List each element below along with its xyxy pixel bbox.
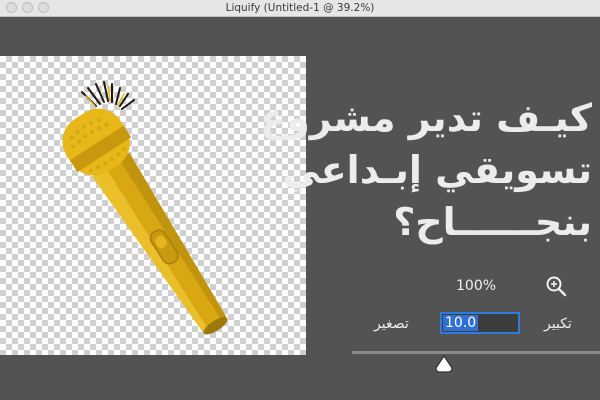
slider-thumb-icon[interactable] — [435, 355, 453, 373]
zoom-out-button[interactable]: تصغير — [374, 316, 409, 332]
headline-line-3: بنجــــــاح؟ — [393, 200, 592, 244]
zoom-slider-track[interactable] — [352, 351, 600, 354]
microphone-handle — [92, 152, 228, 335]
arabic-headline: كيـف تدير مشروع تسويقي إبـداعي بنجــــــ… — [260, 92, 592, 248]
window-title: Liquify (Untitled-1 @ 39.2%) — [225, 2, 375, 14]
zoom-value-text: 10.0 — [443, 315, 479, 331]
zoom-in-button[interactable]: تكبير — [544, 316, 572, 332]
zoom-percent-label: 100% — [456, 278, 497, 294]
headline-line-2: تسويقي إبـداعي — [282, 148, 592, 192]
window-title-bar: Liquify (Untitled-1 @ 39.2%) — [0, 0, 600, 17]
magnifier-plus-icon[interactable] — [545, 275, 567, 297]
headline-line-1: كيـف تدير مشروع — [260, 96, 592, 140]
